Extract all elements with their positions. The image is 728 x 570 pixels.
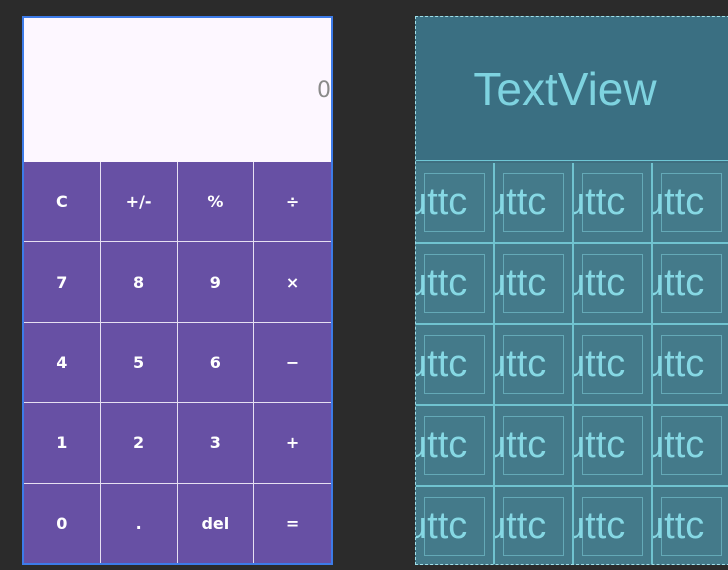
- subtract-button[interactable]: −: [254, 322, 331, 404]
- digit-5-button[interactable]: 5: [100, 322, 178, 404]
- clear-button[interactable]: C: [24, 162, 101, 243]
- multiply-button[interactable]: ×: [254, 242, 331, 323]
- digit-9-button[interactable]: 9: [177, 242, 255, 323]
- blueprint-button[interactable]: uttc: [653, 244, 728, 323]
- digit-0-button[interactable]: 0: [24, 483, 101, 563]
- blueprint-button-grid: uttc uttc uttc uttc uttc uttc uttc uttc …: [416, 163, 728, 564]
- delete-button[interactable]: del: [177, 483, 255, 563]
- blueprint-button[interactable]: uttc: [574, 163, 651, 242]
- blueprint-button-label: uttc: [574, 505, 626, 547]
- blueprint-button-label: uttc: [416, 424, 468, 466]
- blueprint-button-label: uttc: [416, 181, 468, 223]
- blueprint-textview-label: TextView: [473, 62, 657, 115]
- blueprint-button[interactable]: uttc: [495, 244, 572, 323]
- blueprint-button[interactable]: uttc: [574, 406, 651, 485]
- keypad: C +/- % ÷ 7 8 9 × 4 5 6 − 1 2 3 + 0 . de…: [24, 162, 331, 563]
- blueprint-button-label: uttc: [574, 343, 626, 385]
- blueprint-button[interactable]: uttc: [416, 244, 493, 323]
- blueprint-button[interactable]: uttc: [416, 163, 493, 242]
- blueprint-button[interactable]: uttc: [653, 487, 728, 564]
- digit-1-button[interactable]: 1: [24, 403, 101, 484]
- blueprint-button[interactable]: uttc: [574, 487, 651, 564]
- plus-minus-button[interactable]: +/-: [100, 162, 178, 243]
- digit-6-button[interactable]: 6: [177, 322, 255, 404]
- digit-7-button[interactable]: 7: [24, 242, 101, 323]
- blueprint-button-label: uttc: [495, 262, 547, 304]
- blueprint-button[interactable]: uttc: [416, 325, 493, 404]
- result-display: 0: [24, 18, 331, 162]
- blueprint-button-label: uttc: [653, 181, 705, 223]
- blueprint-button-label: uttc: [495, 343, 547, 385]
- digit-8-button[interactable]: 8: [100, 242, 178, 323]
- blueprint-button[interactable]: uttc: [495, 487, 572, 564]
- blueprint-button[interactable]: uttc: [574, 325, 651, 404]
- blueprint-button-label: uttc: [653, 262, 705, 304]
- percent-button[interactable]: %: [177, 162, 255, 243]
- divide-button[interactable]: ÷: [254, 162, 331, 243]
- equals-button[interactable]: =: [254, 483, 331, 563]
- blueprint-button[interactable]: uttc: [653, 406, 728, 485]
- blueprint-button[interactable]: uttc: [495, 406, 572, 485]
- blueprint-button-label: uttc: [495, 505, 547, 547]
- blueprint-button-label: uttc: [495, 424, 547, 466]
- blueprint-button-label: uttc: [495, 181, 547, 223]
- blueprint-button[interactable]: uttc: [416, 406, 493, 485]
- blueprint-button-label: uttc: [416, 505, 468, 547]
- blueprint-preview[interactable]: TextView uttc uttc uttc uttc uttc uttc u…: [415, 16, 728, 565]
- blueprint-button[interactable]: uttc: [574, 244, 651, 323]
- display-value: 0: [317, 78, 331, 103]
- blueprint-button-label: uttc: [653, 424, 705, 466]
- blueprint-button-label: uttc: [653, 343, 705, 385]
- blueprint-button-label: uttc: [574, 424, 626, 466]
- blueprint-button-label: uttc: [653, 505, 705, 547]
- blueprint-button[interactable]: uttc: [653, 163, 728, 242]
- design-preview[interactable]: 0 C +/- % ÷ 7 8 9 × 4 5 6 − 1 2 3 + 0 . …: [22, 16, 333, 565]
- blueprint-button-label: uttc: [416, 262, 468, 304]
- blueprint-button[interactable]: uttc: [495, 325, 572, 404]
- decimal-button[interactable]: .: [100, 483, 178, 563]
- blueprint-button-label: uttc: [574, 262, 626, 304]
- add-button[interactable]: +: [254, 403, 331, 484]
- digit-3-button[interactable]: 3: [177, 403, 255, 484]
- digit-2-button[interactable]: 2: [100, 403, 178, 484]
- blueprint-button[interactable]: uttc: [416, 487, 493, 564]
- blueprint-button-label: uttc: [416, 343, 468, 385]
- blueprint-button[interactable]: uttc: [653, 325, 728, 404]
- blueprint-button-label: uttc: [574, 181, 626, 223]
- blueprint-button[interactable]: uttc: [495, 163, 572, 242]
- blueprint-textview[interactable]: TextView: [416, 17, 728, 161]
- digit-4-button[interactable]: 4: [24, 322, 101, 404]
